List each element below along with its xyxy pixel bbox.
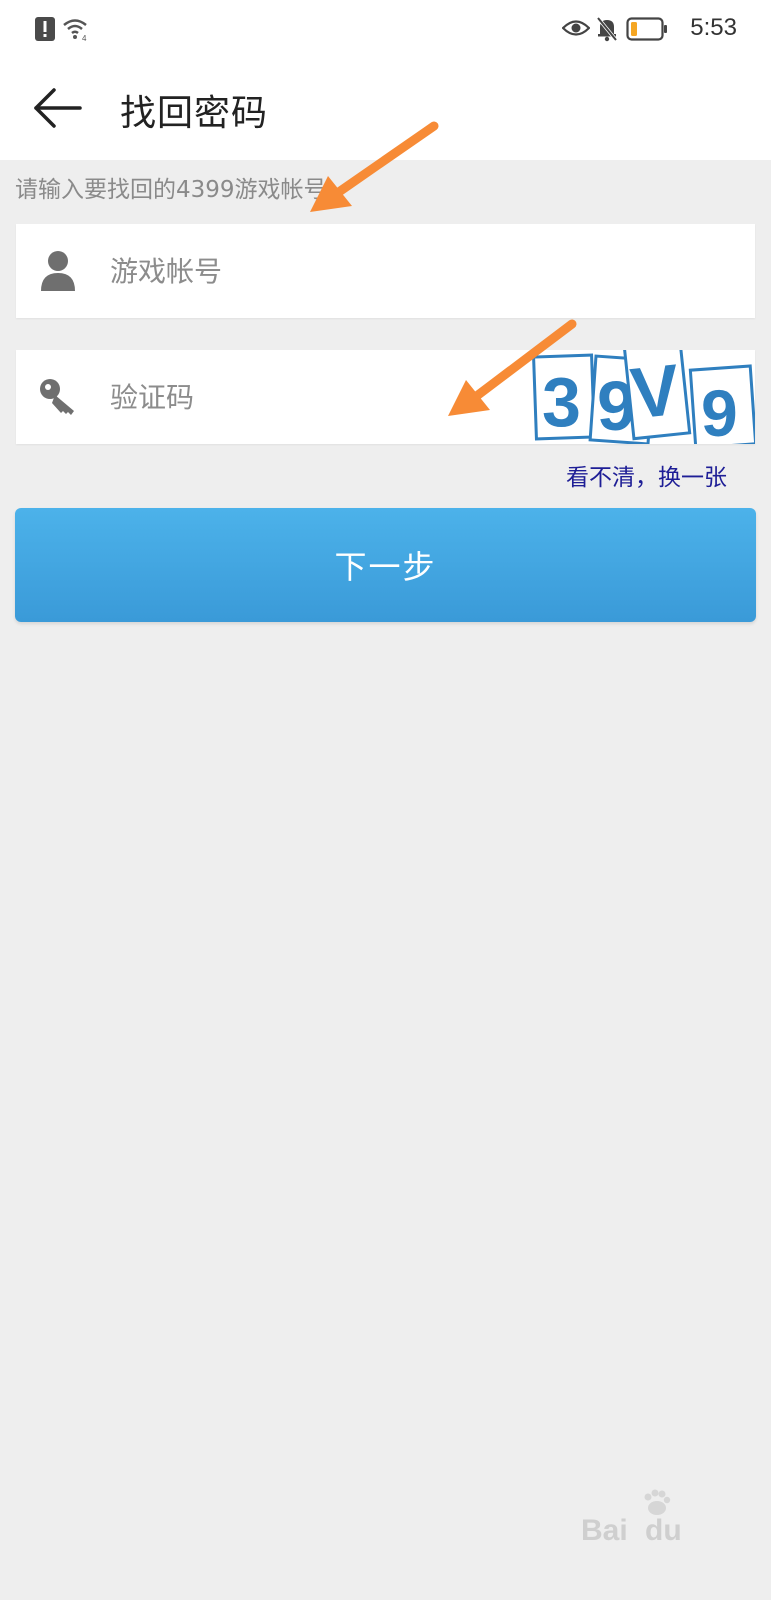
- eye-icon: [562, 20, 590, 36]
- app-header: 找回密码: [0, 58, 771, 160]
- captcha-image[interactable]: 3 9 V 9: [529, 350, 755, 444]
- watermark-text-2: du: [645, 1514, 682, 1547]
- account-field: [16, 224, 755, 318]
- next-step-button[interactable]: 下一步: [15, 508, 756, 622]
- key-icon: [40, 379, 74, 415]
- refresh-captcha-link[interactable]: 看不清，换一张: [566, 458, 727, 492]
- baidu-watermark: Bai du: [581, 1489, 731, 1560]
- captcha-char-1: 3: [542, 363, 581, 441]
- alert-icon: [35, 17, 55, 41]
- watermark-text: Bai: [581, 1514, 628, 1547]
- wifi-icon: 4: [63, 19, 87, 42]
- status-bar: 4 5:53: [0, 0, 771, 58]
- battery-icon: [626, 17, 667, 41]
- arrow-left-icon: [34, 88, 82, 128]
- captcha-input[interactable]: [110, 350, 510, 444]
- captcha-char-3: V: [627, 350, 683, 434]
- captcha-char-4: 9: [701, 376, 738, 444]
- svg-text:4: 4: [82, 34, 87, 42]
- account-input[interactable]: [110, 224, 730, 318]
- captcha-field: 3 9 V 9: [16, 350, 755, 444]
- page-title: 找回密码: [120, 93, 269, 134]
- user-icon: [41, 251, 75, 291]
- account-hint: 请输入要找回的4399游戏帐号: [15, 177, 327, 203]
- status-time: 5:53: [690, 14, 737, 41]
- captcha-graphic: 3 9 V 9: [532, 350, 755, 444]
- back-button[interactable]: [30, 80, 86, 136]
- bell-muted-icon: [596, 16, 618, 42]
